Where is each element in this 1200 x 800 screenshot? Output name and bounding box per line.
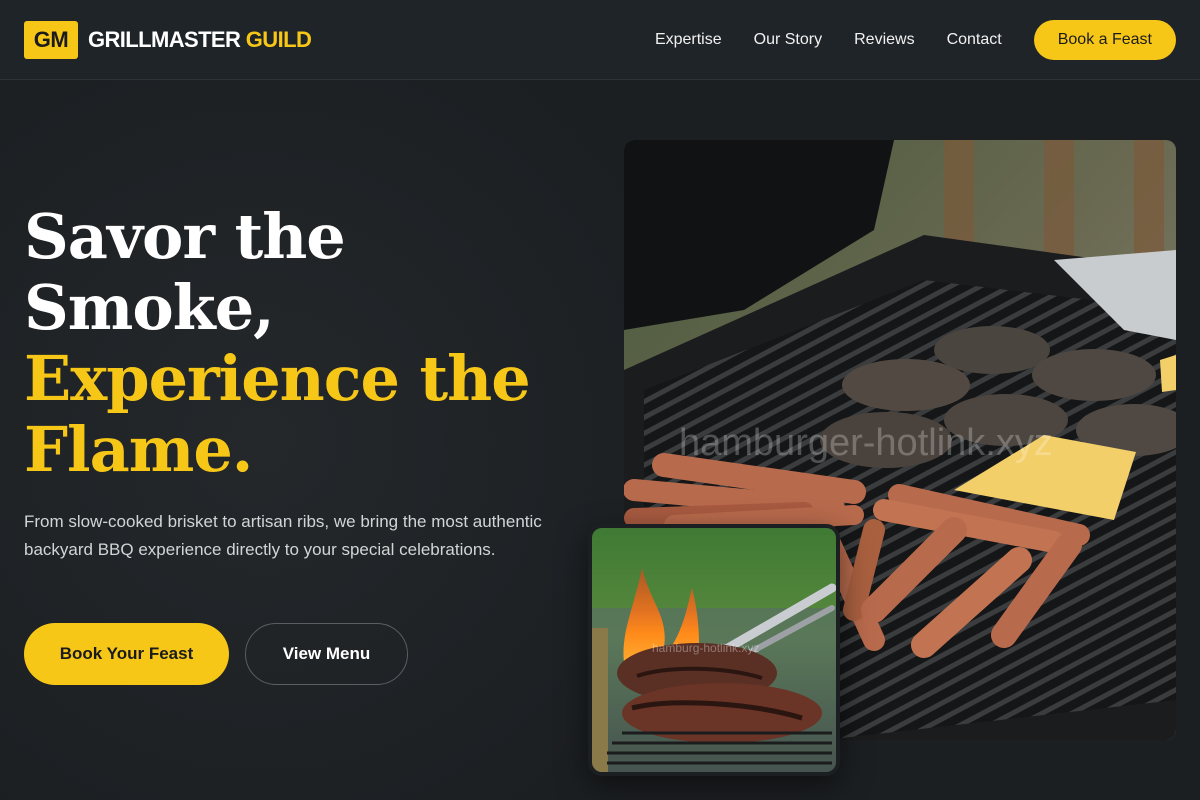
hero-subtitle: From slow-cooked brisket to artisan ribs… (24, 512, 542, 559)
logo-badge: GM (24, 20, 78, 59)
brand-name-main: GRILLMASTER (88, 26, 241, 52)
brand-name-accent: GUILD (245, 26, 312, 52)
nav-link-contact[interactable]: Contact (947, 31, 1002, 49)
headline-line-1: Savor the (24, 200, 346, 273)
nav-link-our-story[interactable]: Our Story (754, 31, 822, 49)
brand-name: GRILLMASTER GUILD (88, 26, 312, 53)
hero-section: Savor the Smoke, Experience the Flame. F… (0, 80, 1200, 800)
main-nav: Expertise Our Story Reviews Contact Book… (623, 19, 1176, 60)
site-header: GM GRILLMASTER GUILD Expertise Our Story… (0, 0, 1200, 80)
nav-link-reviews[interactable]: Reviews (854, 31, 914, 49)
hero-headline: Savor the Smoke, Experience the Flame. (24, 200, 531, 486)
headline-line-4: Flame. (24, 413, 253, 486)
headline-line-3: Experience the (24, 342, 531, 415)
grill-photo-watermark: hamburger-hotlink.xyz (679, 422, 1053, 464)
steak-photo-watermark: hamburg-hotlink.xyz (652, 641, 759, 655)
book-a-feast-button[interactable]: Book a Feast (1033, 19, 1176, 60)
steak-photo: hamburg-hotlink.xyz (588, 524, 840, 776)
brand[interactable]: GM GRILLMASTER GUILD (24, 20, 312, 59)
nav-link-expertise[interactable]: Expertise (655, 31, 722, 49)
headline-line-2: Smoke, (24, 271, 275, 344)
book-your-feast-button[interactable]: Book Your Feast (24, 623, 229, 685)
view-menu-button[interactable]: View Menu (245, 623, 408, 685)
